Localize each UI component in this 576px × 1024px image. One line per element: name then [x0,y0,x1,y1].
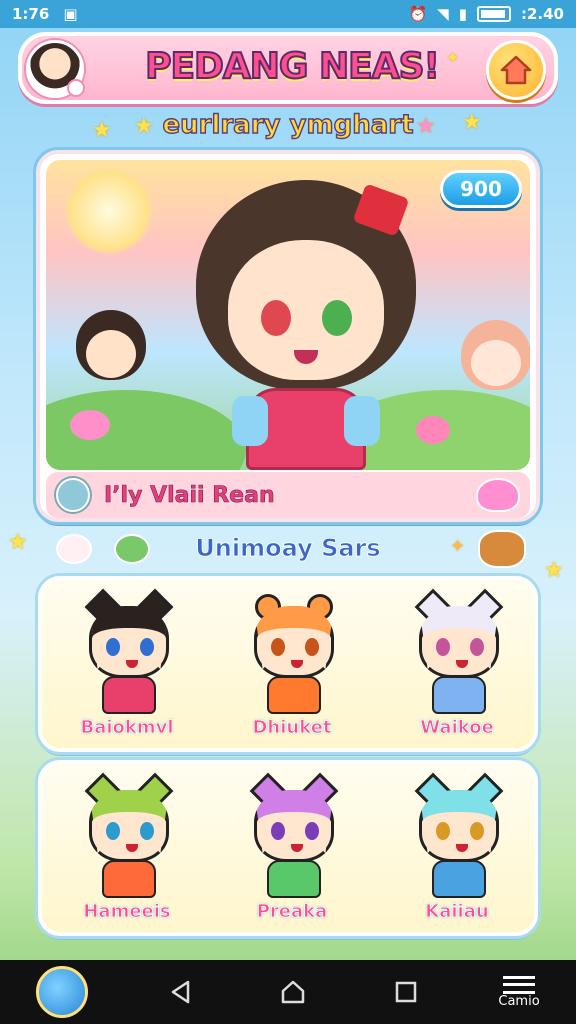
featured-character-name: I’ly Vlaii Rean [104,482,275,508]
character-roster-panel-1: Baiokmvl Dhiuket Waikoe [38,576,538,752]
character-name: Waikoe [420,717,494,739]
flower-decoration [70,410,110,440]
app-notification-icon: ▣ [63,5,78,23]
character-name: Hameeis [83,901,171,923]
sparkle-star-icon: ✦ [446,48,460,67]
character-card[interactable]: Waikoe [382,588,532,740]
signal-icon: ▮ [458,5,467,23]
character-eye [106,822,120,840]
character-outfit [432,676,486,714]
game-title: PEDANG NEAS! [144,45,441,88]
status-time: 1:76 [12,5,50,23]
character-mouth [126,660,138,668]
character-card[interactable]: Kaiiau [382,772,532,924]
system-navigation-bar: Camio [0,960,576,1024]
character-eye [305,638,319,656]
character-eye [436,638,450,656]
character-roster-panel-2: Hameeis Preaka Kaiiau [38,760,538,936]
menu-button[interactable]: Camio [498,975,540,1009]
avatar-badge-icon [67,79,85,97]
pink-slime-pet-icon[interactable] [476,478,520,512]
recents-button[interactable] [386,972,426,1012]
sun-decoration [64,166,154,256]
subtitle-banner: eurlrary ymghart [162,109,414,140]
character-name: Baiokmvl [80,717,174,739]
character-mouth [456,844,468,852]
character-mouth [456,660,468,668]
bird-mascot-app-icon[interactable] [36,966,89,1018]
character-outfit [432,860,486,898]
sparkle-star-icon: ✦ [450,536,466,557]
kimono-sleeve [344,396,380,446]
alarm-icon: ⏰ [408,5,428,23]
character-outfit [102,860,156,898]
side-character-right-face [471,340,521,386]
back-triangle-icon [171,980,190,1004]
character-mouth [126,844,138,852]
home-button[interactable] [486,40,546,100]
character-face [89,790,169,862]
sparkle-star-icon: ★ [462,110,482,135]
character-name: Preaka [256,901,328,923]
character-eye [470,822,484,840]
character-eye [470,638,484,656]
character-eye [106,638,120,656]
character-eye [140,822,154,840]
back-button[interactable] [161,972,201,1012]
square-icon [395,981,417,1003]
section-header-row: ★ Unimoay Sars ✦ ★ [0,528,576,583]
character-face [419,790,499,862]
character-eye [140,638,154,656]
character-eye [271,822,285,840]
featured-info-bar: I’ly Vlaii Rean [46,472,530,518]
character-eye [436,822,450,840]
character-outfit [102,676,156,714]
menu-label: Camio [498,993,540,1009]
character-card[interactable]: Baiokmvl [52,588,202,740]
sparkle-star-icon: ★ [544,558,564,583]
main-character-eye-green [322,300,352,336]
character-eye [305,822,319,840]
character-card[interactable]: Hameeis [52,772,202,924]
character-name: Dhiuket [252,717,332,739]
home-icon [500,55,532,85]
character-outfit [267,860,321,898]
capybara-pet-icon[interactable] [478,530,526,568]
wifi-icon: ◥ [437,5,449,23]
character-face [419,606,499,678]
status-clock-right: :2.40 [520,5,564,23]
game-header: PEDANG NEAS! [18,32,558,104]
hamburger-icon [503,975,536,994]
character-mouth [291,844,303,852]
home-outline-icon [282,980,305,1004]
featured-mini-avatar[interactable] [56,478,90,512]
battery-icon [476,6,511,22]
character-face [89,606,169,678]
character-face [254,790,334,862]
character-outfit [267,676,321,714]
character-mouth [291,660,303,668]
sparkle-star-icon: ★ [416,114,436,139]
kimono-sleeve [232,396,268,446]
flower-decoration [416,416,450,444]
character-card[interactable]: Preaka [217,772,367,924]
character-card[interactable]: Dhiuket [217,588,367,740]
home-nav-button[interactable] [273,972,313,1012]
character-eye [271,638,285,656]
character-name: Kaiiau [425,901,489,923]
character-face [254,606,334,678]
player-avatar[interactable] [26,40,85,98]
status-bar: 1:76 ▣ ⏰ ◥ ▮ :2.40 [0,0,576,28]
featured-character-card[interactable]: 900 I’ly Vlaii Rean [36,150,540,522]
coin-counter-button[interactable]: 900 [440,170,522,208]
main-character-eye-red [261,300,291,336]
side-character-left-face [86,330,136,378]
